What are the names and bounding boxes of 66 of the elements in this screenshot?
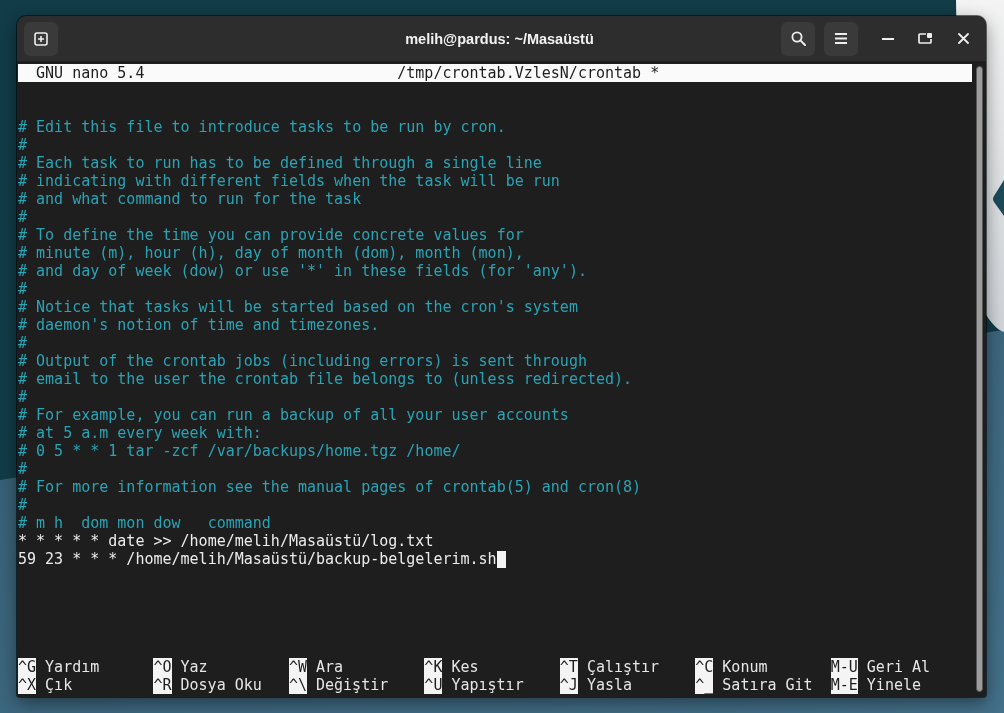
shortcut-label: Yaz: [180, 658, 208, 676]
search-button[interactable]: [781, 21, 815, 56]
new-tab-button[interactable]: [24, 21, 58, 56]
comment-line: # For more information see the manual pages of crontab(5) and cron(8): [18, 478, 642, 496]
shortcut-label: Yardım: [45, 658, 100, 676]
shortcut-key: M-E: [830, 676, 858, 694]
shortcut-key: ^C: [695, 658, 714, 676]
comment-line: # 0 5 * * 1 tar -zcf /var/backups/home.tgz /home/: [18, 442, 461, 460]
comment-line: # email to the user the crontab file belongs to (unless redirected).: [18, 370, 633, 388]
comment-line: #: [18, 496, 28, 514]
comment-line: #: [18, 460, 28, 478]
scrollbar-thumb[interactable]: [975, 66, 983, 692]
comment-line: #: [18, 208, 28, 226]
comment-line: # daemon's notion of time and timezones.: [18, 316, 380, 334]
shortcut-key: ^U: [424, 676, 443, 694]
shortcut-key: M-U: [830, 658, 858, 676]
shortcut-label: Yinele: [866, 676, 921, 694]
comment-line: # Output of the crontab jobs (including errors) is sent through: [18, 352, 587, 370]
shortcut-label: Yapıştır: [451, 676, 524, 694]
comment-line: #: [18, 334, 28, 352]
search-icon: [790, 31, 806, 46]
crontab-entry: 59 23 * * * /home/melih/Masaüstü/backup-belgelerim.sh: [18, 550, 497, 568]
comment-line: # at 5 a.m every week with:: [18, 424, 262, 442]
shortcut-key: ^T: [559, 658, 578, 676]
shortcut-key: ^O: [153, 658, 172, 676]
shortcut-label: Çalıştır: [586, 658, 660, 676]
minimize-icon: [882, 37, 894, 40]
comment-line: # To define the time you can provide concrete values for: [18, 226, 524, 244]
comment-line: # minute (m), hour (h), day of month (dom), month (mon),: [18, 244, 524, 262]
shortcut-key: ^J: [559, 676, 578, 694]
shortcut-label: Yasla: [586, 676, 633, 694]
shortcut-key: ^\: [288, 676, 307, 694]
comment-line: # and what command to run for the task: [18, 190, 362, 208]
restore-icon: [918, 33, 932, 44]
shortcut-key: ^R: [153, 676, 172, 694]
shortcut-key: ^G: [18, 658, 37, 676]
plus-square-icon: [34, 31, 48, 46]
comment-line: # Edit this file to introduce tasks to be run by cron.: [18, 118, 506, 136]
crontab-entry: * * * * * date >> /home/melih/Masaüstü/log.txt: [18, 532, 434, 550]
shortcut-label: Konum: [722, 658, 768, 676]
comment-line: #: [18, 280, 28, 298]
shortcut-label: Dosya Oku: [180, 676, 262, 694]
menu-button[interactable]: [824, 21, 858, 56]
shortcut-key: ^K: [424, 658, 443, 676]
file-path: /tmp/crontab.VzlesN/crontab *: [397, 64, 661, 82]
comment-line: # and day of week (dow) or use '*' in these fields (for 'any').: [18, 262, 587, 280]
menu-icon: [835, 33, 847, 44]
shortcut-label: Ara: [316, 658, 344, 676]
shortcut-label: Satıra Git: [722, 676, 813, 694]
window-title: melih@pardus: ~/Masaüstü: [405, 30, 594, 47]
shortcut-key: ^_: [695, 676, 714, 694]
shortcut-label: Değiştir: [316, 676, 389, 694]
shortcut-label: Kes: [451, 658, 479, 676]
comment-line: # Each task to run has to be defined through a single line: [18, 154, 542, 172]
shortcut-label: Çık: [45, 676, 73, 694]
shortcut-label: Geri Al: [866, 658, 931, 676]
comment-line: # For example, you can run a backup of all your user accounts: [18, 406, 569, 424]
comment-line: #: [18, 136, 28, 154]
comment-line: #: [18, 388, 28, 406]
shortcut-key: ^X: [18, 676, 37, 694]
close-icon: [957, 33, 969, 44]
comment-line: # Notice that tasks will be started based on the cron's system: [18, 298, 578, 316]
comment-line: # indicating with different fields when the task will be run: [18, 172, 560, 190]
editor-version: GNU nano 5.4: [36, 64, 146, 82]
shortcut-key: ^W: [288, 658, 307, 676]
comment-line: # m h dom mon dow command: [18, 514, 271, 532]
